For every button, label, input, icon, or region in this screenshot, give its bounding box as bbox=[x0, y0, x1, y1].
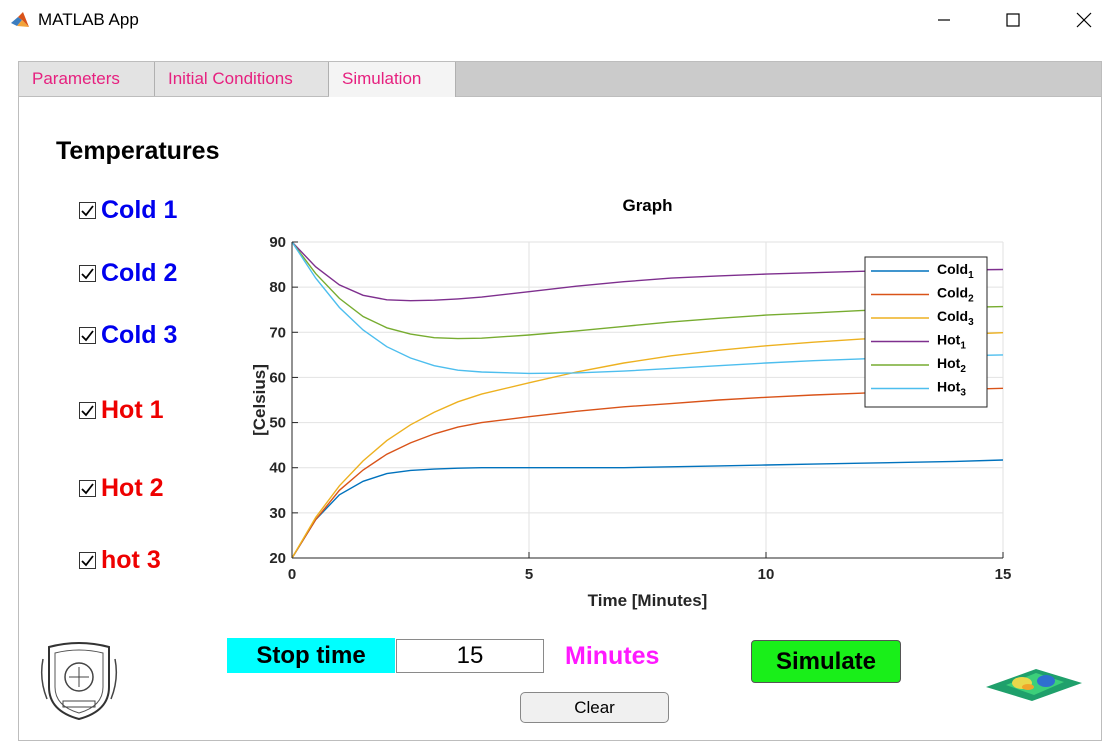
x-axis-label: Time [Minutes] bbox=[588, 591, 708, 610]
checkbox[interactable] bbox=[79, 401, 96, 419]
title-bar: MATLAB App bbox=[0, 0, 1116, 40]
x-tick-label: 5 bbox=[525, 566, 533, 583]
checkbox-row[interactable]: Cold 1 bbox=[79, 193, 177, 227]
checkbox[interactable] bbox=[79, 551, 96, 569]
x-tick-label: 0 bbox=[288, 566, 296, 583]
simulate-button[interactable]: Simulate bbox=[751, 640, 901, 683]
checkbox-label: Cold 1 bbox=[101, 195, 178, 224]
chart-title: Graph bbox=[622, 196, 672, 215]
checkbox-row[interactable]: Cold 2 bbox=[79, 256, 177, 290]
checkbox-label: Hot 2 bbox=[101, 473, 164, 502]
check-icon bbox=[81, 204, 94, 216]
window-title: MATLAB App bbox=[38, 10, 139, 29]
university-seal-logo bbox=[39, 639, 119, 726]
stop-time-label: Stop time bbox=[227, 638, 395, 673]
y-tick-label: 50 bbox=[269, 415, 286, 432]
minutes-label: Minutes bbox=[565, 642, 660, 670]
checkbox[interactable] bbox=[79, 264, 96, 282]
minimize-button[interactable] bbox=[921, 0, 967, 40]
surface-plot-icon bbox=[984, 665, 1084, 708]
checkbox-label: hot 3 bbox=[101, 545, 161, 574]
checkbox-row[interactable]: hot 3 bbox=[79, 543, 161, 577]
clear-button[interactable]: Clear bbox=[520, 692, 669, 723]
checkbox-label: Cold 2 bbox=[101, 258, 178, 287]
check-icon bbox=[81, 267, 94, 279]
minimize-icon bbox=[938, 19, 950, 21]
maximize-icon bbox=[1006, 13, 1020, 27]
y-tick-label: 90 bbox=[269, 234, 286, 251]
tab-group: Parameters Initial Conditions Simulation… bbox=[18, 61, 1102, 741]
check-icon bbox=[81, 404, 94, 416]
matlab-icon bbox=[11, 12, 29, 27]
close-window-button[interactable] bbox=[1061, 0, 1107, 40]
maximize-button[interactable] bbox=[990, 0, 1036, 40]
checkbox[interactable] bbox=[79, 326, 96, 344]
check-icon bbox=[81, 554, 94, 566]
y-axis-label: [Celsius] bbox=[250, 364, 269, 436]
check-icon bbox=[81, 482, 94, 494]
y-tick-label: 70 bbox=[269, 324, 286, 341]
checkbox[interactable] bbox=[79, 479, 96, 497]
tab-simulation[interactable]: Simulation bbox=[329, 62, 456, 97]
checkbox-label: Hot 1 bbox=[101, 395, 164, 424]
checkbox-label: Cold 3 bbox=[101, 320, 178, 349]
x-tick-label: 15 bbox=[995, 566, 1012, 583]
stop-time-input[interactable] bbox=[396, 639, 544, 673]
y-tick-label: 20 bbox=[269, 550, 286, 567]
temperatures-heading: Temperatures bbox=[56, 137, 220, 165]
tab-parameters[interactable]: Parameters bbox=[19, 62, 155, 96]
y-tick-label: 80 bbox=[269, 279, 286, 296]
checkbox-row[interactable]: Hot 2 bbox=[79, 471, 164, 505]
tab-bar: Parameters Initial Conditions Simulation bbox=[19, 62, 1101, 97]
temperature-graph: 0 5 10 15 20 30 40 50 60 70 80 90 Graph Time [Minutes… bbox=[250, 196, 1012, 610]
check-icon bbox=[81, 329, 94, 341]
checkbox-row[interactable]: Hot 1 bbox=[79, 393, 164, 427]
x-tick-label: 10 bbox=[758, 566, 775, 583]
y-tick-label: 60 bbox=[269, 369, 286, 386]
tab-initial-conditions[interactable]: Initial Conditions bbox=[155, 62, 329, 96]
checkbox-row[interactable]: Cold 3 bbox=[79, 318, 177, 352]
close-icon bbox=[1076, 12, 1092, 28]
legend: Cold1Cold2Cold3Hot1Hot2Hot3 bbox=[864, 256, 988, 408]
y-tick-label: 30 bbox=[269, 505, 286, 522]
checkbox[interactable] bbox=[79, 201, 96, 219]
y-tick-label: 40 bbox=[269, 460, 286, 477]
